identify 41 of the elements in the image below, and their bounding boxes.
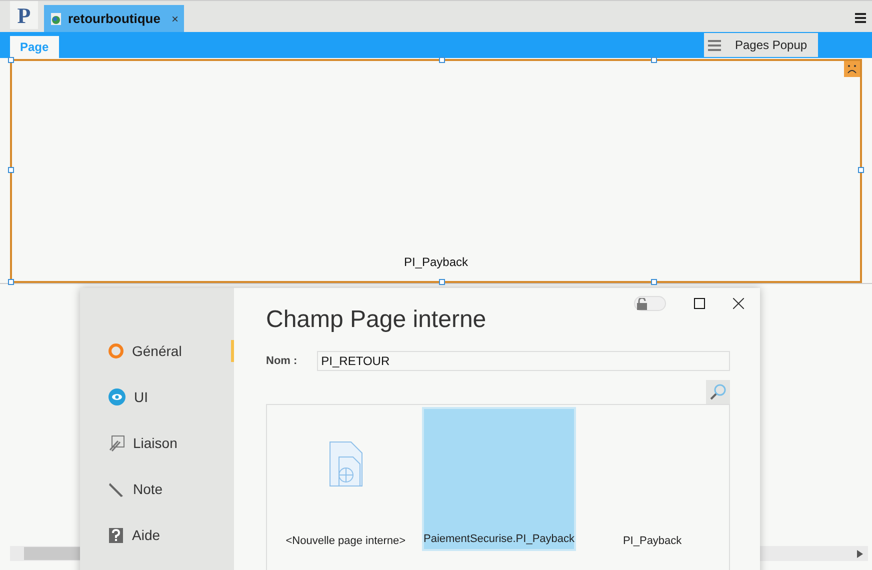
field-label: Nom : [266, 354, 298, 369]
menu-icon [708, 40, 721, 50]
sidebar-item[interactable]: Aide [80, 524, 234, 546]
document-tab[interactable]: retourboutique × [44, 5, 184, 32]
close-button[interactable]: × [171, 10, 178, 28]
resize-handle[interactable] [651, 57, 657, 63]
web-page-icon [50, 12, 63, 26]
resize-handle[interactable] [439, 279, 445, 285]
lock-toggle[interactable] [634, 296, 666, 311]
page-list-item[interactable]: PaiementSecurise.PI_Payback [422, 407, 576, 551]
eye-icon [108, 388, 126, 406]
close-icon[interactable] [733, 298, 744, 309]
resize-handle[interactable] [8, 279, 14, 285]
resize-handle[interactable] [8, 57, 14, 63]
resize-handle[interactable] [8, 167, 14, 173]
resize-handle[interactable] [858, 167, 864, 173]
sidebar-item[interactable]: UI [80, 386, 234, 408]
sidebar-item[interactable]: Note [80, 478, 234, 500]
control-label: PI_Payback [404, 254, 468, 271]
page-list-item[interactable]: <Nouvelle page interne> [269, 407, 422, 551]
page-list-item[interactable]: PI_Payback [576, 407, 729, 551]
maximize-icon[interactable] [694, 298, 705, 309]
padlock-icon [636, 298, 648, 310]
sad-face-icon [844, 61, 860, 77]
pencil-icon [108, 480, 125, 498]
resize-handle[interactable] [439, 57, 445, 63]
help-icon [108, 526, 124, 544]
sidebar-item[interactable]: Général [80, 340, 234, 362]
app-logo: P [10, 1, 38, 29]
web-document-icon [328, 440, 363, 486]
name-field[interactable]: PI_RETOUR [317, 351, 730, 371]
menu-icon[interactable] [855, 12, 866, 23]
resize-handle[interactable] [651, 279, 657, 285]
dialog-title: Champ Page interne [266, 305, 486, 335]
tab-label: retourboutique [68, 10, 160, 28]
pages-popup-button[interactable]: Pages Popup [704, 33, 818, 57]
search-button[interactable] [706, 380, 730, 404]
ring-icon [108, 343, 124, 359]
sidebar-item[interactable]: Liaison [80, 432, 234, 454]
scroll-right-arrow-icon[interactable] [857, 550, 863, 558]
search-icon [709, 383, 727, 401]
